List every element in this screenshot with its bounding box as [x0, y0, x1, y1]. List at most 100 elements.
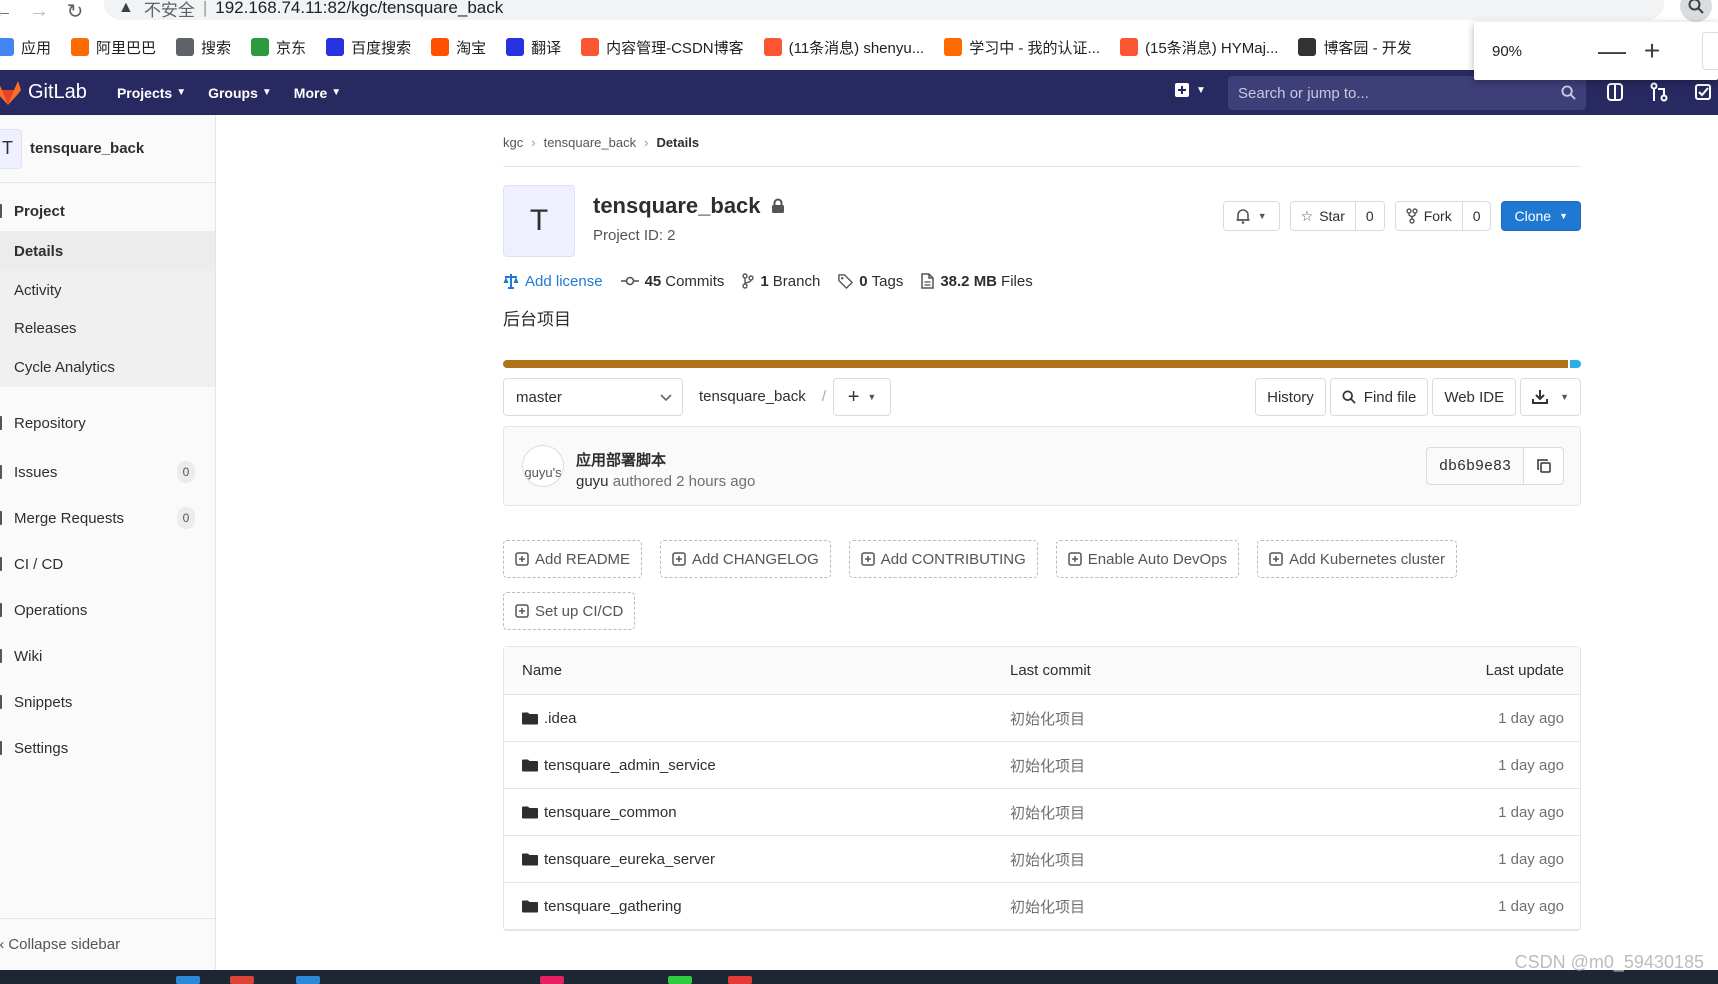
table-row[interactable]: tensquare_admin_service 初始化项目 1 day ago [504, 742, 1580, 789]
tree-path-root[interactable]: tensquare_back [699, 388, 806, 405]
sidebar-item-releases[interactable]: Releases [0, 309, 215, 347]
branch-select[interactable]: master [503, 378, 683, 416]
breadcrumb-group[interactable]: kgc [503, 135, 523, 150]
add-add-readme-button[interactable]: Add README [503, 540, 643, 578]
file-name[interactable]: tensquare_admin_service [522, 757, 716, 774]
bookmark-item[interactable]: 应用 [0, 37, 51, 58]
zoom-in-button[interactable]: + [1632, 31, 1672, 71]
taskbar-app-icon[interactable] [540, 976, 564, 984]
repository-languages-bar[interactable] [503, 360, 1581, 368]
reload-icon[interactable]: ↻ [64, 0, 86, 23]
file-last-commit[interactable]: 初始化项目 [1010, 755, 1085, 776]
clone-button[interactable]: Clone ▼ [1501, 201, 1581, 231]
table-row[interactable]: tensquare_eureka_server 初始化项目 1 day ago [504, 836, 1580, 883]
table-row[interactable]: tensquare_gathering 初始化项目 1 day ago [504, 883, 1580, 930]
sidebar-item-operations[interactable]: Operations [0, 587, 215, 633]
file-name[interactable]: tensquare_common [522, 804, 677, 821]
commit-sha[interactable]: db6b9e83 [1425, 447, 1524, 485]
bookmark-item[interactable]: 淘宝 [431, 37, 486, 58]
avatar[interactable]: guyu's [522, 445, 564, 487]
sidebar-item-snippets[interactable]: Snippets [0, 679, 215, 725]
bookmark-item[interactable]: 博客园 - 开发 [1298, 37, 1412, 58]
history-button[interactable]: History [1255, 378, 1326, 416]
sidebar-item-repository[interactable]: Repository [0, 397, 215, 449]
file-last-commit[interactable]: 初始化项目 [1010, 708, 1085, 729]
bookmark-item[interactable]: (11条消息) shenyu... [763, 37, 924, 58]
bookmark-item[interactable]: 学习中 - 我的认证... [944, 37, 1100, 58]
sidebar-item-ci-cd[interactable]: CI / CD [0, 541, 215, 587]
add-to-tree-dropdown[interactable]: + ▼ [833, 378, 891, 416]
file-last-commit[interactable]: 初始化项目 [1010, 896, 1085, 917]
sidebar-item-details[interactable]: Details [0, 231, 215, 271]
table-row[interactable]: tensquare_common 初始化项目 1 day ago [504, 789, 1580, 836]
fork-button[interactable]: Fork [1394, 201, 1463, 231]
gitlab-logo[interactable]: GitLab [0, 80, 117, 106]
add-set-up-ci-cd-button[interactable]: Set up CI/CD [503, 592, 636, 630]
taskbar-app-icon[interactable] [176, 976, 200, 984]
file-last-commit[interactable]: 初始化项目 [1010, 849, 1085, 870]
bookmark-icon [944, 38, 963, 56]
taskbar-app-icon[interactable] [296, 976, 320, 984]
file-name[interactable]: tensquare_gathering [522, 898, 682, 915]
issues-icon[interactable] [1606, 82, 1624, 102]
nav-more-menu[interactable]: More ▼ [294, 85, 341, 101]
star-count[interactable]: 0 [1355, 201, 1385, 231]
commit-author[interactable]: guyu [576, 473, 609, 490]
new-dropdown[interactable]: ▼ [1174, 82, 1206, 98]
web-ide-button[interactable]: Web IDE [1432, 378, 1517, 416]
bookmark-item[interactable]: 百度搜索 [326, 37, 411, 58]
sidebar-item-project[interactable]: Project [0, 191, 215, 231]
forward-icon[interactable]: → [28, 0, 50, 22]
star-button[interactable]: ☆ Star [1289, 201, 1356, 231]
bookmark-item[interactable]: 翻译 [506, 37, 561, 58]
taskbar-app-icon[interactable] [668, 976, 692, 984]
add-button-label: Add CHANGELOG [692, 550, 819, 568]
copy-sha-button[interactable] [1524, 447, 1564, 485]
nav-projects-menu[interactable]: Projects ▼ [117, 85, 186, 101]
merge-request-icon[interactable] [1650, 82, 1668, 102]
bookmark-item[interactable]: 阿里巴巴 [71, 37, 156, 58]
bookmark-item[interactable]: (15条消息) HYMaj... [1120, 37, 1278, 58]
language-segment-primary[interactable] [503, 360, 1569, 368]
sidebar-item-issues[interactable]: Issues 0 [0, 449, 215, 495]
search-input[interactable]: Search or jump to... [1228, 76, 1586, 110]
sidebar-item-wiki[interactable]: Wiki [0, 633, 215, 679]
sidebar-item-activity[interactable]: Activity [0, 271, 215, 309]
collapse-sidebar-button[interactable]: « Collapse sidebar [0, 918, 216, 970]
plus-square-icon [1175, 83, 1189, 97]
zoom-reset-button[interactable] [1702, 32, 1718, 70]
bookmark-item[interactable]: 内容管理-CSDN博客 [581, 37, 744, 58]
browser-search-icon[interactable] [1680, 0, 1712, 22]
breadcrumb-current[interactable]: Details [656, 135, 699, 150]
add-add-changelog-button[interactable]: Add CHANGELOG [660, 540, 831, 578]
file-name[interactable]: .idea [522, 710, 577, 727]
sidebar-item-label: Merge Requests [14, 509, 125, 527]
file-last-commit[interactable]: 初始化项目 [1010, 802, 1085, 823]
download-dropdown[interactable]: ▼ [1520, 378, 1581, 416]
breadcrumb-project[interactable]: tensquare_back [544, 135, 637, 150]
sidebar-project-header[interactable]: T tensquare_back [0, 115, 215, 183]
zoom-out-button[interactable]: — [1592, 31, 1632, 71]
find-file-button[interactable]: Find file [1329, 378, 1429, 416]
bookmark-item[interactable]: 京东 [251, 37, 306, 58]
taskbar-app-icon[interactable] [728, 976, 752, 984]
back-icon[interactable]: ← [0, 0, 14, 22]
table-row[interactable]: .idea 初始化项目 1 day ago [504, 695, 1580, 742]
nav-groups-menu[interactable]: Groups ▼ [208, 85, 272, 101]
commit-title[interactable]: 应用部署脚本 [576, 449, 666, 470]
taskbar-app-icon[interactable] [230, 976, 254, 984]
notification-dropdown[interactable]: ▼ [1222, 201, 1280, 231]
url-field[interactable]: ▲ 不安全 | 192.168.74.11:82/kgc/tensquare_b… [104, 0, 1664, 20]
sidebar-item-cycle-analytics[interactable]: Cycle Analytics [0, 347, 215, 387]
bookmark-item[interactable]: 搜索 [176, 37, 231, 58]
add-add-contributing-button[interactable]: Add CONTRIBUTING [848, 540, 1038, 578]
sidebar-item-settings[interactable]: Settings [0, 725, 215, 771]
todo-icon[interactable] [1694, 82, 1712, 102]
language-segment-other[interactable] [1570, 360, 1581, 368]
bookmark-label: 阿里巴巴 [96, 39, 157, 57]
add-enable-auto-devops-button[interactable]: Enable Auto DevOps [1055, 540, 1240, 578]
add-add-kubernetes-cluster-button[interactable]: Add Kubernetes cluster [1257, 540, 1457, 578]
file-name[interactable]: tensquare_eureka_server [522, 851, 715, 868]
fork-count[interactable]: 0 [1462, 201, 1492, 231]
sidebar-item-merge-requests[interactable]: Merge Requests 0 [0, 495, 215, 541]
